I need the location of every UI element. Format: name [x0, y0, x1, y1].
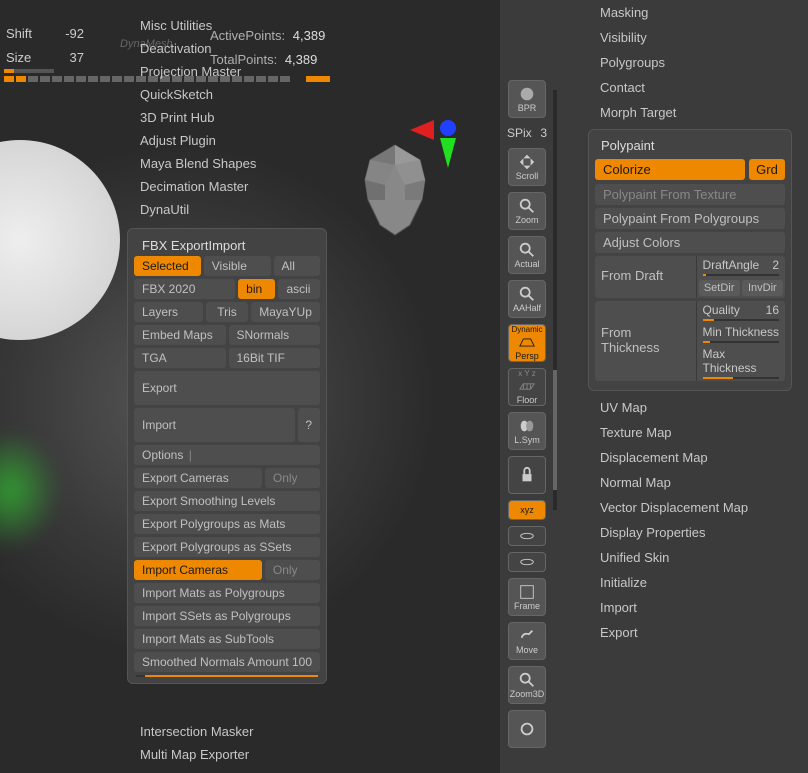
from-draft-button[interactable]: From Draft [595, 256, 697, 298]
fbx-version[interactable]: FBX 2020 [134, 279, 235, 299]
fbx-tga-button[interactable]: TGA [134, 348, 226, 368]
tool-palette: Masking Visibility Polygroups Contact Mo… [560, 0, 800, 773]
floor-button[interactable]: x Y z Floor [508, 368, 546, 406]
fbx-all-button[interactable]: All [274, 256, 320, 276]
fbx-visible-button[interactable]: Visible [204, 256, 271, 276]
rotate-y-button[interactable] [508, 526, 546, 546]
fbx-export-import-panel: FBX ExportImport Selected Visible All FB… [127, 228, 327, 684]
max-thickness-slider[interactable]: Max Thickness [697, 345, 786, 377]
shift-label: Shift [6, 26, 32, 41]
fbx-embed-maps-button[interactable]: Embed Maps [134, 325, 226, 345]
menu-3d-print-hub[interactable]: 3D Print Hub [130, 106, 330, 129]
shift-value[interactable]: -92 [65, 26, 84, 41]
fbx-export-pg-mats-button[interactable]: Export Polygroups as Mats [134, 514, 320, 534]
fbx-snormals-button[interactable]: SNormals [229, 325, 321, 345]
quality-slider[interactable]: Quality16 [697, 301, 786, 319]
persp-button[interactable]: Dynamic Persp [508, 324, 546, 362]
section-unified-skin[interactable]: Unified Skin [560, 545, 800, 570]
section-initialize[interactable]: Initialize [560, 570, 800, 595]
divider[interactable] [553, 90, 557, 510]
adjust-colors-button[interactable]: Adjust Colors [595, 232, 785, 253]
fbx-smoothed-normals-slider[interactable]: Smoothed Normals Amount 100 [134, 652, 320, 672]
from-thickness-button[interactable]: From Thickness [595, 301, 697, 381]
fbx-16bit-tif-button[interactable]: 16Bit TIF [229, 348, 321, 368]
fbx-import-ssets-pg-button[interactable]: Import SSets as Polygroups [134, 606, 320, 626]
menu-multi-map-exporter[interactable]: Multi Map Exporter [130, 743, 330, 766]
fbx-import-mats-pg-button[interactable]: Import Mats as Polygroups [134, 583, 320, 603]
section-display-properties[interactable]: Display Properties [560, 520, 800, 545]
fbx-ascii-button[interactable]: ascii [278, 279, 320, 299]
fbx-options-button[interactable]: Options | [134, 445, 320, 465]
setdir-button[interactable]: SetDir [699, 280, 740, 296]
zplugin-menu: Misc Utilities Deactivation Projection M… [130, 14, 330, 221]
move-button[interactable]: Move [508, 622, 546, 660]
section-normal-map[interactable]: Normal Map [560, 470, 800, 495]
fbx-export-smoothing-button[interactable]: Export Smoothing Levels [134, 491, 320, 511]
invdir-button[interactable]: InvDir [742, 280, 783, 296]
menu-adjust-plugin[interactable]: Adjust Plugin [130, 129, 330, 152]
fbx-import-cameras-button[interactable]: Import Cameras [134, 560, 262, 580]
fbx-import-cameras-only[interactable]: Only [265, 560, 320, 580]
menu-quicksketch[interactable]: QuickSketch [130, 83, 330, 106]
menu-intersection-masker[interactable]: Intersection Masker [130, 720, 330, 743]
section-contact[interactable]: Contact [560, 75, 800, 100]
menu-projection-master[interactable]: Projection Master [130, 60, 330, 83]
zoom3d-button[interactable]: Zoom3D [508, 666, 546, 704]
xyz-button[interactable]: xyz [508, 500, 546, 520]
section-morph-target[interactable]: Morph Target [560, 100, 800, 125]
actual-button[interactable]: Actual [508, 236, 546, 274]
spix-slider[interactable]: SPix3 [505, 124, 549, 142]
fbx-mayayup-button[interactable]: MayaYUp [251, 302, 320, 322]
aahalf-button[interactable]: AAHalf [508, 280, 546, 318]
menu-maya-blend-shapes[interactable]: Maya Blend Shapes [130, 152, 330, 175]
polypaint-from-texture-button[interactable]: Polypaint From Texture [595, 184, 785, 205]
frame-button[interactable]: Frame [508, 578, 546, 616]
section-polygroups[interactable]: Polygroups [560, 50, 800, 75]
section-displacement-map[interactable]: Displacement Map [560, 445, 800, 470]
menu-dynautil[interactable]: DynaUtil [130, 198, 330, 221]
fbx-export-cameras-only[interactable]: Only [265, 468, 320, 488]
fbx-layers-button[interactable]: Layers [134, 302, 203, 322]
fbx-export-button[interactable]: Export [134, 371, 320, 405]
rotate-button[interactable] [508, 710, 546, 748]
section-export[interactable]: Export [560, 620, 800, 645]
fbx-panel-title[interactable]: FBX ExportImport [134, 235, 320, 256]
colorize-button[interactable]: Colorize [595, 159, 745, 180]
lock-button[interactable] [508, 456, 546, 494]
polypaint-panel: Polypaint Colorize Grd Polypaint From Te… [588, 129, 792, 391]
fbx-tris-button[interactable]: Tris [206, 302, 248, 322]
size-label: Size [6, 50, 31, 65]
fbx-help-button[interactable]: ? [298, 408, 320, 442]
polypaint-from-polygroups-button[interactable]: Polypaint From Polygroups [595, 208, 785, 229]
fbx-import-button[interactable]: Import [134, 408, 295, 442]
viewport-toolbar: BPR SPix3 Scroll Zoom Actual AAHalf Dyna… [502, 0, 552, 773]
zoom-button[interactable]: Zoom [508, 192, 546, 230]
size-value[interactable]: 37 [70, 50, 84, 65]
fbx-export-cameras-button[interactable]: Export Cameras [134, 468, 262, 488]
fbx-import-mats-sub-button[interactable]: Import Mats as SubTools [134, 629, 320, 649]
grd-button[interactable]: Grd [749, 159, 785, 180]
section-uv-map[interactable]: UV Map [560, 395, 800, 420]
section-import[interactable]: Import [560, 595, 800, 620]
fbx-export-pg-ssets-button[interactable]: Export Polygroups as SSets [134, 537, 320, 557]
section-texture-map[interactable]: Texture Map [560, 420, 800, 445]
lsym-button[interactable]: L.Sym [508, 412, 546, 450]
bpr-button[interactable]: BPR [508, 80, 546, 118]
rotate-z-button[interactable] [508, 552, 546, 572]
menu-decimation-master[interactable]: Decimation Master [130, 175, 330, 198]
fbx-bin-button[interactable]: bin [238, 279, 275, 299]
section-vector-displacement-map[interactable]: Vector Displacement Map [560, 495, 800, 520]
draft-angle-slider[interactable]: DraftAngle2 [697, 256, 786, 274]
min-thickness-slider[interactable]: Min Thickness [697, 323, 786, 341]
scroll-button[interactable]: Scroll [508, 148, 546, 186]
polypaint-title[interactable]: Polypaint [595, 136, 785, 155]
paint-stroke [0, 430, 60, 550]
section-visibility[interactable]: Visibility [560, 25, 800, 50]
menu-deactivation[interactable]: Deactivation [130, 37, 330, 60]
preview-model[interactable] [350, 140, 440, 240]
section-masking[interactable]: Masking [560, 0, 800, 25]
menu-misc-utilities[interactable]: Misc Utilities [130, 14, 330, 37]
fbx-selected-button[interactable]: Selected [134, 256, 201, 276]
